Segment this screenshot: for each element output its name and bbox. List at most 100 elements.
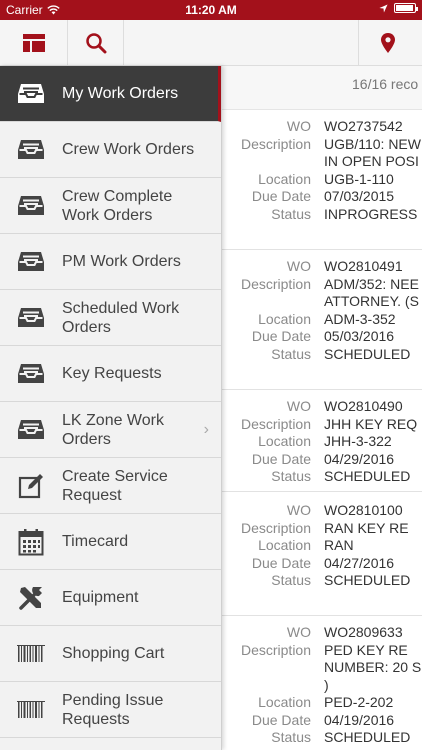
description-label: Description — [240, 275, 311, 292]
sidebar-item-label: Crew Complete Work Orders — [62, 187, 173, 224]
wo-label: WO — [286, 398, 311, 414]
due-date-label: Due Date — [251, 328, 311, 344]
description-line: JHH KEY REQ — [324, 415, 418, 432]
description-line: RAN KEY RE — [324, 519, 409, 536]
sidebar-item-create-service-request[interactable]: Create Service Request — [0, 458, 221, 514]
work-order-card[interactable]: WO WO2810490 Description JHH KEY REQ Locat… — [222, 398, 422, 492]
due-date-value: 04/27/2016 — [324, 554, 395, 571]
top-toolbar — [0, 20, 422, 66]
work-order-list: 16/16 reco WO WO2737542 Description UGB/11… — [222, 66, 422, 750]
sidebar-item-label: PM Work Orders — [62, 253, 181, 270]
due-date-value: 04/19/2016 — [324, 711, 395, 728]
location-arrow-icon — [379, 3, 388, 13]
sidebar-item-equipment[interactable]: Equipment — [0, 570, 221, 626]
wo-label: WO — [286, 258, 311, 274]
sidebar-item-key-requests[interactable]: Key Requests — [0, 346, 221, 402]
description-line: ADM/352: NEE — [324, 275, 419, 292]
sidebar-item-lk-zone-work-orders[interactable]: LK Zone Work Orders › — [0, 402, 221, 458]
inbox-tray-icon — [16, 135, 46, 165]
search-button[interactable] — [68, 20, 124, 66]
battery-icon — [394, 3, 418, 13]
inbox-tray-icon — [16, 415, 46, 445]
due-date-label: Due Date — [251, 450, 311, 467]
sidebar-item-timecard[interactable]: Timecard — [0, 514, 221, 570]
status-label: Status — [271, 345, 311, 362]
location-button[interactable] — [358, 20, 416, 66]
description-line: ATTORNEY. (S — [324, 293, 419, 309]
menu-button[interactable] — [0, 20, 68, 66]
sidebar-item-shopping-cart[interactable]: Shopping Cart — [0, 626, 221, 682]
inbox-tray-icon — [16, 303, 46, 333]
barcode-icon — [16, 695, 46, 725]
status-time: 11:20 AM — [185, 3, 237, 17]
sidebar-item-label: Equipment — [62, 589, 139, 606]
location-label: Location — [258, 310, 311, 327]
sidebar-item-my-work-orders[interactable]: My Work Orders — [0, 66, 221, 122]
description-line: PED KEY RE — [324, 641, 408, 658]
status-label: Status — [271, 729, 311, 745]
status-value: SCHEDULED — [324, 572, 411, 588]
status-label: Status — [271, 205, 311, 222]
status-bar: Carrier 11:20 AM — [0, 0, 422, 20]
sidebar-menu: My Work Orders Crew Work Orders Crew Com… — [0, 66, 222, 750]
due-date-value: 07/03/2015 — [324, 188, 395, 204]
wo-number: WO2737542 — [324, 118, 403, 134]
location-value: UGB-1-110 — [324, 170, 394, 187]
sidebar-item-scheduled-work-orders[interactable]: Scheduled Work Orders — [0, 290, 221, 346]
location-label: Location — [258, 170, 311, 187]
sidebar-item-label: Scheduled Work Orders — [62, 299, 180, 336]
description-label: Description — [240, 641, 311, 658]
wo-label: WO — [286, 624, 311, 640]
location-label: Location — [258, 537, 311, 553]
sidebar-item-label: Key Requests — [62, 365, 162, 382]
location-label: Location — [258, 433, 311, 449]
status-value: INPROGRESS — [324, 205, 418, 222]
due-date-label: Due Date — [251, 188, 311, 204]
due-date-label: Due Date — [251, 711, 311, 728]
sidebar-item-crew-work-orders[interactable]: Crew Work Orders — [0, 122, 221, 178]
records-count-bar: 16/16 reco — [222, 66, 422, 110]
sidebar-item-label: LK Zone Work Orders — [62, 411, 164, 448]
sidebar-item-pending-issue-requests[interactable]: Pending Issue Requests — [0, 682, 221, 738]
location-value: ADM-3-352 — [324, 310, 396, 327]
description-label: Description — [240, 135, 311, 152]
work-order-card[interactable]: WO WO2810491 Description ADM/352: NEE ATTO… — [222, 258, 422, 390]
sidebar-item-label: Pending Issue Requests — [62, 691, 164, 728]
wo-number: WO2809633 — [324, 624, 403, 640]
sidebar-item-crew-complete-work-orders[interactable]: Crew Complete Work Orders — [0, 178, 221, 234]
wo-label: WO — [286, 502, 311, 518]
inbox-tray-icon — [16, 359, 46, 389]
due-date-label: Due Date — [251, 554, 311, 571]
sidebar-item-label: Shopping Cart — [62, 645, 165, 662]
due-date-value: 04/29/2016 — [324, 450, 395, 467]
status-value: SCHEDULED — [324, 729, 411, 745]
description-label: Description — [240, 415, 311, 432]
work-order-card[interactable]: WO WO2810100 Description RAN KEY RE Locati… — [222, 502, 422, 616]
location-value: JHH-3-322 — [324, 433, 392, 449]
inbox-tray-icon — [16, 79, 46, 109]
wo-number: WO2810490 — [324, 398, 403, 414]
description-line: IN OPEN POSI — [324, 153, 419, 169]
sidebar-item-label: My Work Orders — [62, 85, 179, 102]
work-order-card[interactable]: WO WO2737542 Description UGB/110: NEW IN O… — [222, 118, 422, 250]
tools-icon — [16, 583, 46, 613]
sidebar-item-pm-work-orders[interactable]: PM Work Orders — [0, 234, 221, 290]
location-label: Location — [258, 694, 311, 710]
location-value: RAN — [324, 537, 354, 553]
records-count: 16/16 reco — [352, 76, 419, 92]
chevron-right-icon: › — [203, 420, 209, 438]
search-icon — [85, 33, 106, 54]
calendar-icon — [16, 527, 46, 557]
status-label: Status — [271, 572, 311, 588]
work-order-card[interactable]: WO WO2809633 Description PED KEY RE NUMBER… — [222, 624, 422, 750]
inbox-tray-icon — [16, 247, 46, 277]
sidebar-item-label: Timecard — [62, 533, 129, 550]
description-line: UGB/110: NEW — [324, 135, 421, 152]
status-label: Status — [271, 468, 311, 484]
edit-icon — [16, 471, 46, 501]
menu-grid-icon — [22, 34, 45, 52]
wo-label: WO — [286, 118, 311, 134]
description-line: NUMBER: 20 S — [324, 659, 422, 675]
sidebar-item-label: Create Service Request — [62, 467, 168, 504]
location-pin-icon — [380, 33, 395, 53]
